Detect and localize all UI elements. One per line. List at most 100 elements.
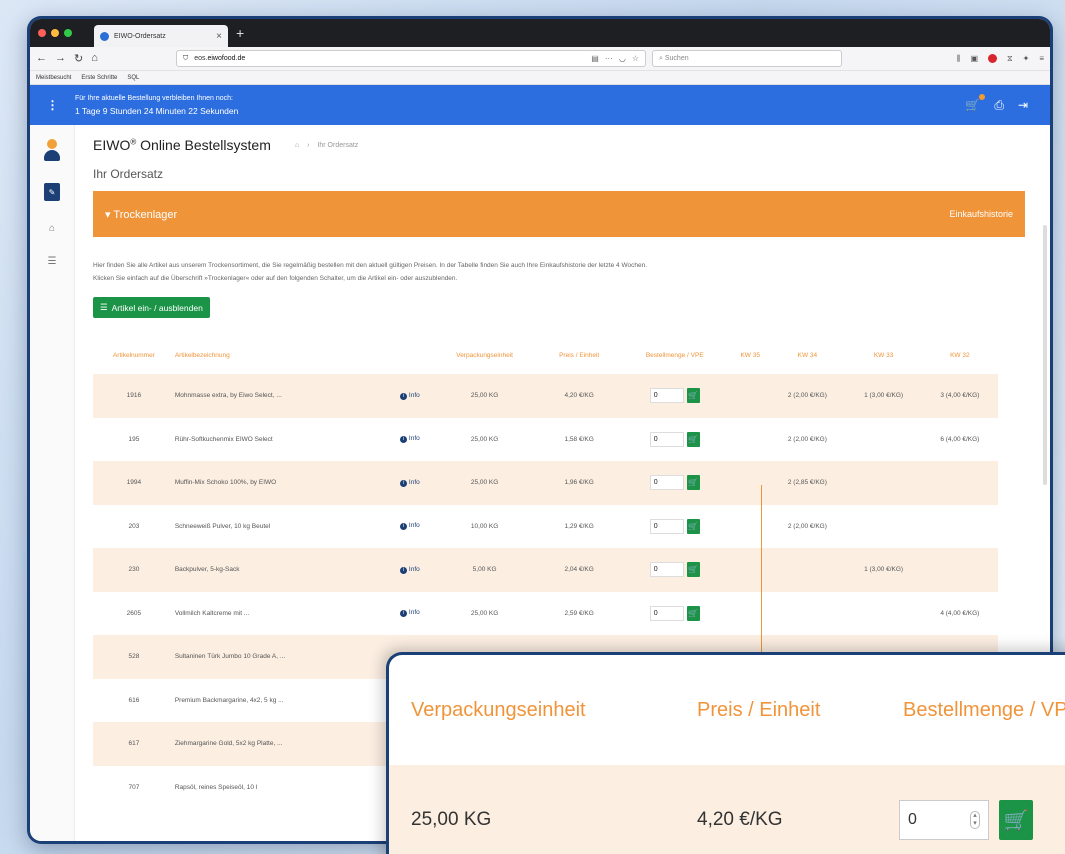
bookmark-star-icon[interactable]: ☆ xyxy=(632,54,639,63)
extension2-icon[interactable]: ✦ xyxy=(1023,54,1030,64)
cell-name: Schneeweiß Pulver, 10 kg Beutel xyxy=(174,522,271,530)
add-to-cart-button[interactable]: 🛒 xyxy=(686,562,700,578)
cell-name: Sultaninen Türk Jumbo 10 Grade A, ... xyxy=(174,635,391,679)
window-controls xyxy=(38,29,72,37)
zoom-header: Verpackungseinheit Preis / Einheit Beste… xyxy=(389,655,1065,765)
quantity-input[interactable]: 0 xyxy=(649,431,684,447)
cell-kw35 xyxy=(731,548,770,592)
page-title: EIWO® Online Bestellsystem xyxy=(93,137,271,153)
cell-vpe: 25,00 KG xyxy=(470,609,499,617)
reload-icon[interactable]: ↻ xyxy=(74,52,83,65)
logout-icon[interactable]: ⇥ xyxy=(1018,98,1028,113)
home-icon[interactable]: ⌂ xyxy=(91,52,98,65)
bookmark-item[interactable]: Erste Schritte xyxy=(81,75,117,81)
add-to-cart-button[interactable]: 🛒 xyxy=(686,605,700,621)
sidebar-toggle-icon[interactable]: ▣ xyxy=(970,54,978,64)
more-icon[interactable]: ··· xyxy=(605,54,613,63)
cell-nr: 2605 xyxy=(126,609,142,617)
quantity-input[interactable]: 0 xyxy=(649,518,684,534)
section-header-trockenlager[interactable]: ▾ Trockenlager Einkaufshistorie xyxy=(93,191,1025,237)
library-icon[interactable]: ⫼ xyxy=(957,54,961,64)
toggle-articles-button[interactable]: ☰ Artikel ein- / ausblenden xyxy=(93,297,210,318)
url-text: eos.eiwofood.de xyxy=(194,55,246,62)
quantity-input[interactable]: 0 xyxy=(649,562,684,578)
cell-name: Ziehmargarine Gold, 5x2 kg Platte, ... xyxy=(174,722,391,766)
cell-name: Mohnmasse extra, by Eiwo Select, ... xyxy=(174,374,391,418)
home-crumb-icon[interactable]: ⌂ xyxy=(295,142,299,149)
adblock-icon[interactable] xyxy=(988,53,997,63)
reader-icon[interactable]: ▤ xyxy=(591,54,599,63)
sidebar-item-ordersatz[interactable]: ✎ xyxy=(44,183,60,201)
cell-qty: 0 🛒 xyxy=(618,592,731,636)
info-button[interactable]: iInfo xyxy=(399,435,420,444)
minimize-window-button[interactable] xyxy=(51,29,59,37)
avatar[interactable] xyxy=(44,139,60,161)
table-row: 2605 Vollmilch Kaltcreme mit ... i Info 25,0… xyxy=(93,592,998,636)
table-row: 203 Schneeweiß Pulver, 10 kg Beutel i Info 1… xyxy=(93,505,998,549)
info-button[interactable]: iInfo xyxy=(399,522,420,531)
browser-toolbar: ← → ↻ ⌂ ⛉ eos.eiwofood.de ▤ ··· ◡ ☆ ⌕ Su… xyxy=(30,47,1050,71)
sidebar-item-list-icon[interactable]: ☰ xyxy=(48,256,57,267)
tab-title: EIWO-Ordersatz xyxy=(114,32,166,40)
cell-nr: 707 xyxy=(128,783,140,791)
pocket-icon[interactable]: ◡ xyxy=(619,54,626,63)
spinner-icon[interactable]: ▴ ▾ xyxy=(970,811,980,829)
cell-kw33 xyxy=(845,461,922,505)
section-description: Hier finden Sie alle Artikel aus unserem… xyxy=(93,262,648,282)
address-bar[interactable]: ⛉ eos.eiwofood.de ▤ ··· ◡ ☆ xyxy=(176,50,646,67)
cell-price: 2,59 €/KG xyxy=(564,609,594,617)
scrollbar[interactable] xyxy=(1043,225,1047,485)
column-header: Verpackungseinheit xyxy=(456,351,513,359)
close-tab-icon[interactable]: × xyxy=(216,31,222,42)
browser-tab[interactable]: EIWO-Ordersatz × xyxy=(94,25,228,47)
info-icon: i xyxy=(399,436,407,444)
zoom-header-vpe: Verpackungseinheit xyxy=(411,698,586,721)
forward-icon[interactable]: → xyxy=(55,52,66,65)
hamburger-menu-icon[interactable]: ≡ xyxy=(1039,54,1044,64)
sidebar-item-bank-icon[interactable]: ⌂ xyxy=(49,223,55,234)
cell-nr: 617 xyxy=(93,722,175,766)
add-to-cart-button[interactable]: 🛒 xyxy=(686,388,700,404)
info-button[interactable]: iInfo xyxy=(399,609,420,618)
column-header: KW 34 xyxy=(797,351,818,359)
cell-price: 4,20 €/KG xyxy=(540,374,619,418)
bookmark-item[interactable]: Meistbesucht xyxy=(36,75,71,81)
add-to-cart-button[interactable]: 🛒 xyxy=(686,431,700,447)
info-button[interactable]: iInfo xyxy=(399,566,420,574)
cart-icon[interactable]: 🛒 xyxy=(965,93,986,113)
section-title[interactable]: ▾ Trockenlager xyxy=(105,208,177,221)
cell-nr: 1994 xyxy=(93,461,175,505)
cell-info: iInfo xyxy=(390,418,429,462)
quantity-input[interactable]: 0 xyxy=(649,388,684,404)
cell-vpe: 25,00 KG xyxy=(470,435,499,443)
info-button[interactable]: iInfo xyxy=(399,479,420,487)
menu-icon[interactable]: ⋮ xyxy=(30,98,75,112)
close-window-button[interactable] xyxy=(38,29,46,37)
info-button[interactable]: iInfo xyxy=(399,392,420,400)
cell-kw33 xyxy=(845,592,921,636)
add-to-cart-button[interactable]: 🛒 xyxy=(686,475,700,491)
cell-info: iInfo xyxy=(390,374,430,418)
zoom-qty-input[interactable]: 0 ▴ ▾ xyxy=(899,800,989,840)
print-icon[interactable]: ⎙ xyxy=(994,98,1004,113)
zoom-row: 25,00 KG 4,20 €/KG 0 ▴ ▾ 🛒 xyxy=(389,765,1065,854)
quantity-input[interactable]: 0 xyxy=(649,475,684,491)
cell-vpe: 25,00 KG xyxy=(429,461,540,505)
cell-name: Premium Backmargarine, 4x2, 5 kg ... xyxy=(174,696,284,704)
bookmark-item[interactable]: SQL xyxy=(127,75,139,81)
zoom-add-to-cart-button[interactable]: 🛒 xyxy=(999,800,1033,840)
quantity-input[interactable]: 0 xyxy=(649,605,684,621)
cell-name: Rühr-Softkuchenmix EIWO Select xyxy=(174,435,273,443)
cell-name: Backpulver, 5-kg-Sack xyxy=(174,548,391,592)
extension-icon[interactable]: ⧖ xyxy=(1007,54,1013,64)
maximize-window-button[interactable] xyxy=(64,29,72,37)
cell-name: Rapsöl, reines Speiseöl, 10 l xyxy=(174,783,258,791)
new-tab-button[interactable]: + xyxy=(236,25,244,41)
back-icon[interactable]: ← xyxy=(36,52,47,65)
cell-kw32: 4 (4,00 €/KG) xyxy=(940,609,980,617)
add-to-cart-button[interactable]: 🛒 xyxy=(686,518,700,534)
search-input[interactable]: ⌕ Suchen xyxy=(652,50,842,67)
list-icon: ☰ xyxy=(100,302,108,312)
cell-nr: 230 xyxy=(93,548,175,592)
cell-qty: 0 🛒 xyxy=(618,374,732,418)
